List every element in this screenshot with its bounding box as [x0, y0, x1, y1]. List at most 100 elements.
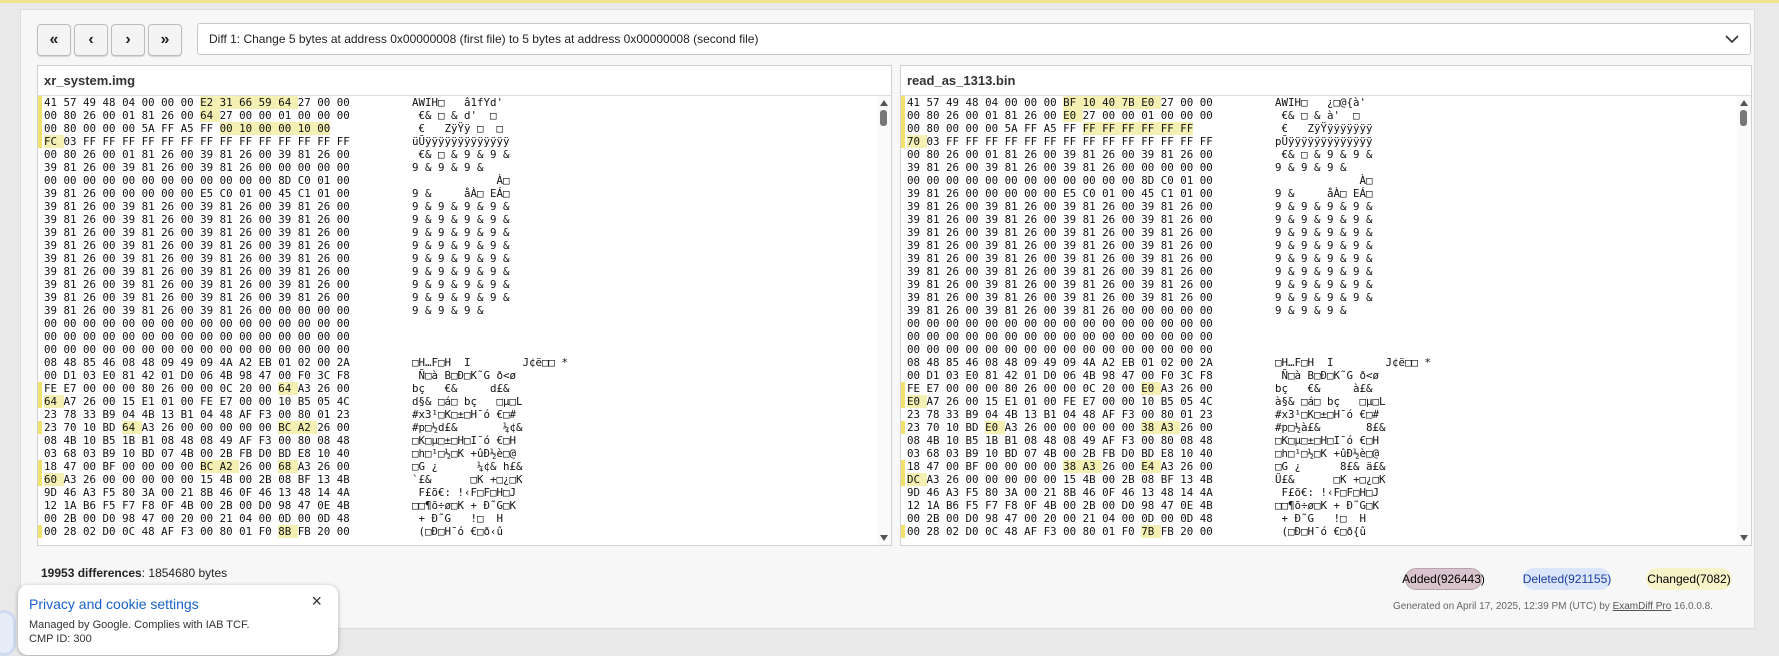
change-marker — [38, 395, 42, 408]
ascii-text: □H…F□H I J¢ë□□ * — [1275, 356, 1432, 369]
close-icon[interactable]: × — [311, 591, 322, 612]
hex-bytes: 12 1A B6 F5 F7 F8 0F 4B 00 2B 00 D0 98 4… — [44, 499, 350, 512]
hex-bytes: 39 81 26 00 39 81 26 00 39 81 26 00 39 8… — [907, 239, 1213, 252]
hex-bytes: 00 80 26 00 01 81 26 00 E0 27 00 00 01 0… — [907, 109, 1213, 122]
ascii-text: AWIH□ ¿□@{à' — [1275, 96, 1367, 109]
hex-row: 39 81 26 00 39 81 26 00 39 81 26 00 00 0… — [901, 161, 1751, 174]
ascii-text: Ñ□à B□Đ□K˜G ð<ø — [412, 369, 517, 382]
changed-legend-label: Changed(7082) — [1647, 572, 1731, 586]
previous-diff-button[interactable]: ‹ — [74, 24, 108, 56]
change-marker — [38, 109, 42, 122]
ascii-text: □h□¹□½□K +ûÐ½è□@ — [412, 447, 517, 460]
hex-row: 39 81 26 00 39 81 26 00 39 81 26 00 00 0… — [38, 161, 891, 174]
left-scroll-thumb[interactable] — [880, 110, 887, 126]
cookie-settings-icon[interactable] — [0, 610, 16, 656]
hex-bytes: 00 00 00 00 00 00 00 00 00 00 00 00 00 0… — [907, 343, 1213, 356]
hex-bytes: 08 48 85 46 08 48 09 49 09 4A A2 EB 01 0… — [44, 356, 350, 369]
change-marker — [38, 122, 42, 135]
hex-bytes: 39 81 26 00 39 81 26 00 39 81 26 00 39 8… — [907, 226, 1213, 239]
hex-row: 39 81 26 00 39 81 26 00 39 81 26 00 39 8… — [38, 291, 891, 304]
right-scroll-thumb[interactable] — [1740, 110, 1747, 126]
hex-bytes: 39 81 26 00 39 81 26 00 39 81 26 00 39 8… — [44, 291, 350, 304]
ascii-text: 9 & 9 & 9 & 9 & — [412, 252, 510, 265]
cookie-managed-text: Managed by Google. Complies with IAB TCF… — [29, 619, 250, 631]
hex-bytes: 08 48 85 46 08 48 09 49 09 4A A2 EB 01 0… — [907, 356, 1213, 369]
change-marker — [901, 382, 905, 395]
scroll-down-icon[interactable] — [1740, 534, 1748, 542]
ascii-text: 9 & 9 & 9 & 9 & — [1275, 291, 1373, 304]
hex-bytes: 00 00 00 00 00 00 00 00 00 00 00 00 00 0… — [44, 330, 350, 343]
ascii-text: `£& □K +□¿□K — [412, 473, 523, 486]
diff-count: 19953 differences — [41, 566, 142, 580]
hex-bytes: 00 00 00 00 00 00 00 00 00 00 00 00 00 0… — [907, 317, 1213, 330]
scroll-down-icon[interactable] — [880, 534, 888, 542]
hex-row: 00 D1 03 E0 81 42 01 D0 06 4B 98 47 00 F… — [38, 369, 891, 382]
ascii-text: € ZÿŸÿÿÿÿÿÿÿ — [1275, 122, 1373, 135]
ascii-text: #x3¹□K□±□H¯ó €□# — [1275, 408, 1380, 421]
hex-row: 00 28 02 D0 0C 48 AF F3 00 80 01 F0 7B F… — [901, 525, 1751, 538]
ascii-text: 9 & 9 & 9 & — [412, 161, 484, 174]
change-marker — [901, 122, 905, 135]
change-marker — [38, 421, 42, 434]
hex-row: 00 2B 00 D0 98 47 00 20 00 21 04 00 0D 0… — [38, 512, 891, 525]
ascii-text: 9 & 9 & 9 & 9 & — [412, 265, 510, 278]
ascii-text: 9 & 9 & 9 & 9 & — [412, 291, 510, 304]
change-marker — [901, 460, 905, 473]
ascii-text: □G ¿ 8£& ä£& — [1275, 460, 1386, 473]
diff-select-dropdown[interactable]: Diff 1: Change 5 bytes at address 0x0000… — [197, 23, 1751, 55]
ascii-text: à§& □á□ bç □µ□L — [1275, 395, 1386, 408]
ascii-text: € ZÿŸÿ □ □ — [412, 122, 504, 135]
next-diff-button[interactable]: › — [111, 24, 145, 56]
hex-bytes: 39 81 26 00 39 81 26 00 39 81 26 00 39 8… — [44, 278, 350, 291]
hex-bytes: 39 81 26 00 39 81 26 00 39 81 26 00 39 8… — [907, 278, 1213, 291]
last-diff-button[interactable]: » — [148, 24, 182, 56]
hex-row: DC A3 26 00 00 00 00 00 15 4B 00 2B 08 B… — [901, 473, 1751, 486]
ascii-text: 9 & 9 & 9 & 9 & — [412, 278, 510, 291]
hex-bytes: 39 81 26 00 39 81 26 00 39 81 26 00 39 8… — [44, 239, 350, 252]
hex-row: FE E7 00 00 00 80 26 00 00 0C 20 00 E0 A… — [901, 382, 1751, 395]
change-marker — [901, 109, 905, 122]
right-scrollbar[interactable] — [1737, 96, 1751, 545]
hex-row: 00 80 26 00 01 81 26 00 E0 27 00 00 01 0… — [901, 109, 1751, 122]
hex-bytes: 00 80 26 00 01 81 26 00 39 81 26 00 39 8… — [44, 148, 350, 161]
hex-bytes: 08 4B 10 B5 1B B1 08 48 08 49 AF F3 00 8… — [907, 434, 1213, 447]
change-marker — [38, 135, 42, 148]
left-scrollbar[interactable] — [877, 96, 891, 545]
ascii-text: (□Đ□H¯ó €□ð{û — [1275, 525, 1367, 538]
ascii-text: À□ — [412, 174, 510, 187]
hex-row: 39 81 26 00 39 81 26 00 39 81 26 00 00 0… — [901, 304, 1751, 317]
right-hex-view[interactable]: 41 57 49 48 04 00 00 00 BF 10 40 7B E0 2… — [901, 96, 1751, 545]
hex-bytes: 70 03 FF FF FF FF FF FF FF FF FF FF FF F… — [907, 135, 1213, 148]
hex-row: 00 00 00 00 00 00 00 00 00 00 00 00 00 0… — [901, 330, 1751, 343]
hex-bytes: 23 78 33 B9 04 4B 13 B1 04 48 AF F3 00 8… — [907, 408, 1213, 421]
ascii-text: #x3¹□K□±□H¯ó €□# — [412, 408, 517, 421]
hex-bytes: 39 81 26 00 39 81 26 00 39 81 26 00 39 8… — [44, 213, 350, 226]
first-diff-button[interactable]: « — [37, 24, 71, 56]
hex-row: 39 81 26 00 39 81 26 00 39 81 26 00 39 8… — [38, 200, 891, 213]
ascii-text: □H…F□H I J¢ë□□ * — [412, 356, 569, 369]
hex-row: 23 70 10 BD E0 A3 26 00 00 00 00 00 38 A… — [901, 421, 1751, 434]
ascii-text: (□Đ□H¯ó €□ð‹û — [412, 525, 504, 538]
hex-row: 18 47 00 BF 00 00 00 00 38 A3 26 00 E4 A… — [901, 460, 1751, 473]
hex-row: 39 81 26 00 39 81 26 00 39 81 26 00 39 8… — [901, 213, 1751, 226]
hex-bytes: 08 4B 10 B5 1B B1 08 48 08 49 AF F3 00 8… — [44, 434, 350, 447]
left-hex-view[interactable]: 41 57 49 48 04 00 00 00 E2 31 66 59 64 2… — [38, 96, 891, 545]
hex-bytes: 39 81 26 00 39 81 26 00 39 81 26 00 39 8… — [907, 200, 1213, 213]
hex-bytes: 00 D1 03 E0 81 42 01 D0 06 4B 98 47 00 F… — [44, 369, 350, 382]
examdiff-link[interactable]: ExamDiff Pro — [1613, 601, 1672, 612]
hex-bytes: 00 80 26 00 01 81 26 00 64 27 00 00 01 0… — [44, 109, 350, 122]
diff-summary: 19953 differences: 1854680 bytes — [41, 566, 227, 580]
hex-row: 39 81 26 00 39 81 26 00 39 81 26 00 39 8… — [901, 265, 1751, 278]
hex-bytes: 00 00 00 00 00 00 00 00 00 00 00 00 00 0… — [907, 330, 1213, 343]
hex-row: 23 70 10 BD 64 A3 26 00 00 00 00 00 BC A… — [38, 421, 891, 434]
diff-bytes: : 1854680 bytes — [141, 566, 228, 580]
scroll-up-icon[interactable] — [1740, 99, 1748, 107]
hex-row: 00 D1 03 E0 81 42 01 D0 06 4B 98 47 00 F… — [901, 369, 1751, 382]
ascii-text: 9 & 9 & 9 & 9 & — [412, 239, 510, 252]
scroll-up-icon[interactable] — [880, 99, 888, 107]
hex-bytes: DC A3 26 00 00 00 00 00 15 4B 00 2B 08 B… — [907, 473, 1213, 486]
hex-row: 39 81 26 00 39 81 26 00 39 81 26 00 39 8… — [901, 291, 1751, 304]
cookie-title[interactable]: Privacy and cookie settings — [29, 596, 199, 612]
changed-legend-badge: Changed(7082) — [1646, 568, 1732, 590]
hex-row: 39 81 26 00 39 81 26 00 39 81 26 00 39 8… — [901, 200, 1751, 213]
